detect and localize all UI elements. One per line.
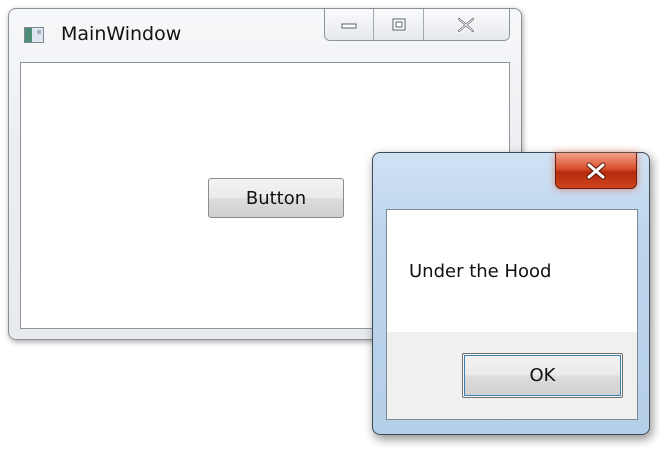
window-title: MainWindow bbox=[61, 23, 182, 45]
message-box-client: Under the Hood OK bbox=[386, 209, 638, 420]
minimize-button[interactable] bbox=[325, 9, 375, 40]
app-window-icon[interactable] bbox=[24, 27, 44, 43]
message-box-close-button[interactable] bbox=[555, 153, 637, 189]
maximize-icon bbox=[392, 18, 406, 30]
message-text: Under the Hood bbox=[409, 261, 552, 282]
message-box: Under the Hood OK bbox=[372, 152, 650, 435]
close-button[interactable] bbox=[423, 9, 509, 40]
ok-button[interactable]: OK bbox=[462, 353, 623, 398]
close-icon bbox=[456, 16, 476, 33]
caption-buttons bbox=[324, 9, 510, 41]
minimize-icon bbox=[341, 23, 357, 28]
main-button[interactable]: Button bbox=[208, 178, 344, 218]
close-icon bbox=[586, 162, 606, 179]
maximize-button[interactable] bbox=[374, 9, 424, 40]
